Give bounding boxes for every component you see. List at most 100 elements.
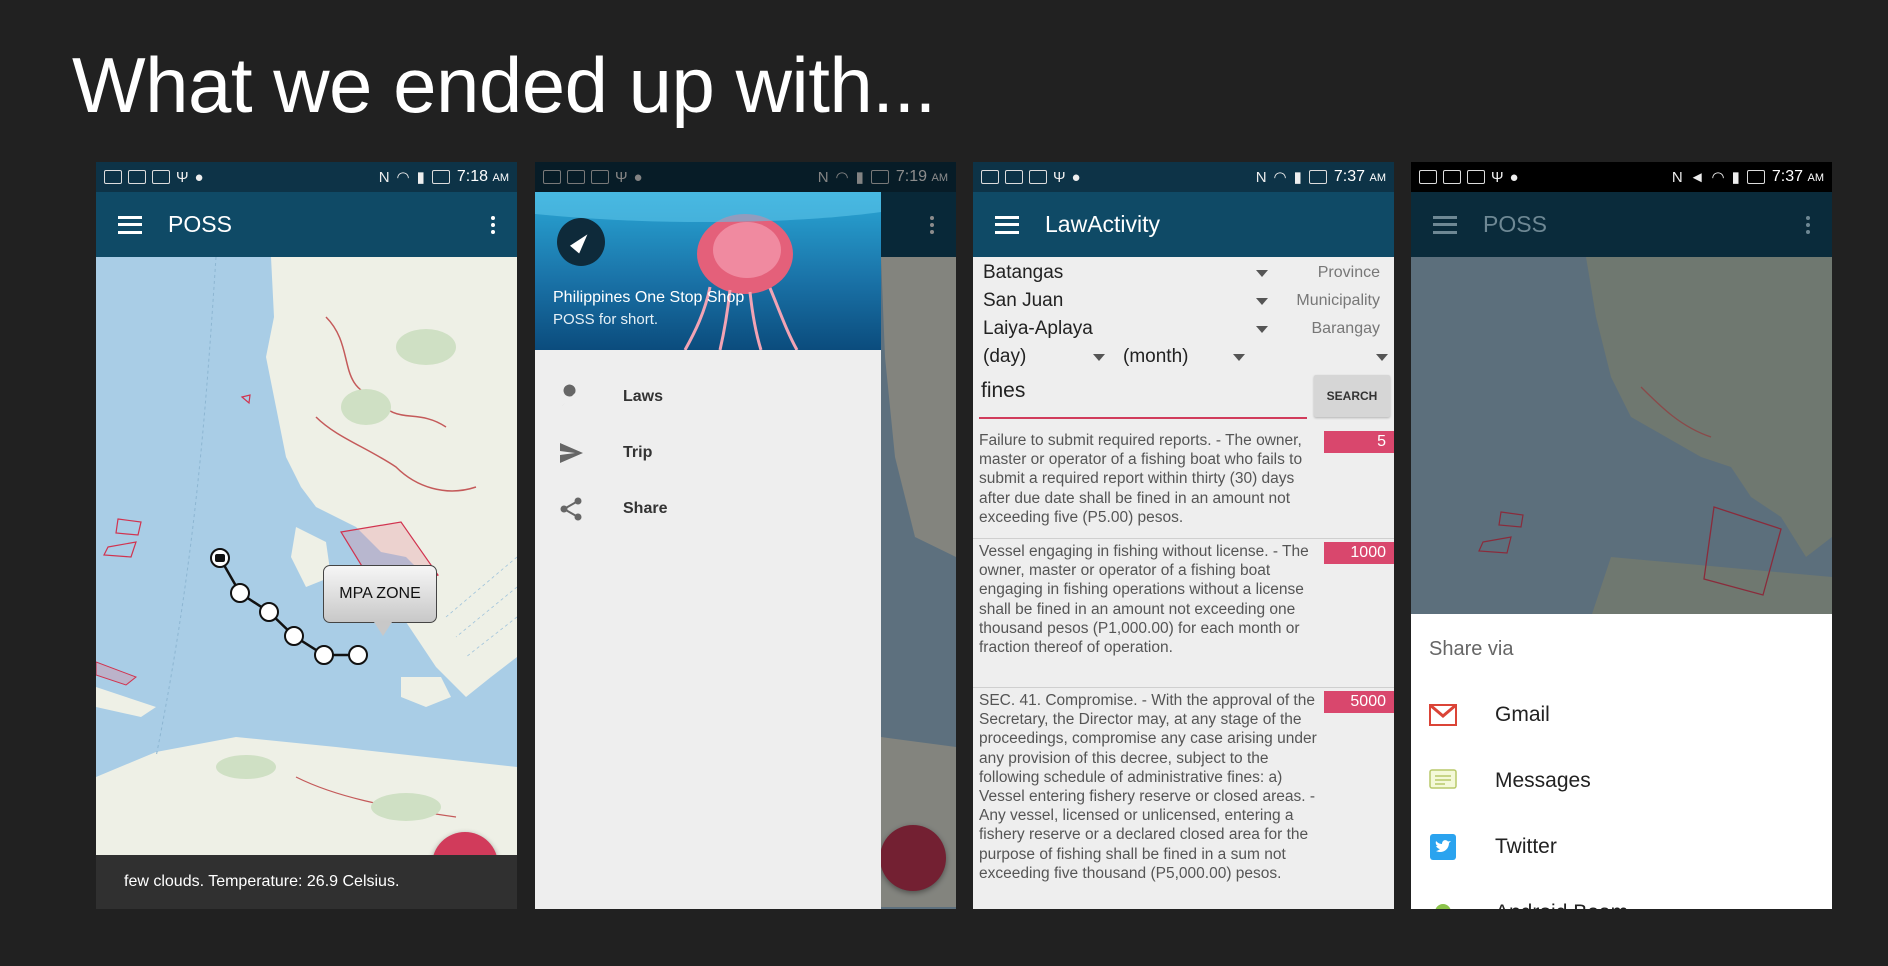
drawer-item-trip[interactable]: Trip [535, 426, 881, 480]
map-canvas [1478, 257, 1832, 617]
screen-map: Ψ ● N ◠ ▮ 7:18 AM POSS MPA ZONE few clou… [96, 162, 517, 909]
gmail-icon [1429, 701, 1457, 729]
dropdown-arrow-icon [1256, 326, 1268, 333]
status-time: 7:37 AM [1771, 168, 1824, 185]
law-text: SEC. 41. Compromise. - With the approval… [979, 692, 1317, 882]
drawer-header: Philippines One Stop Shop POSS for short… [535, 192, 881, 350]
dropdown-arrow-icon [1093, 354, 1105, 361]
overflow-menu-icon[interactable] [1806, 215, 1810, 234]
trip-waypoint[interactable] [284, 626, 304, 646]
code-icon [1467, 170, 1485, 184]
share-sheet: Share via Gmail Messages Twitter Android… [1411, 614, 1832, 909]
province-spinner[interactable]: Batangas Province [973, 260, 1394, 288]
share-option-label: Android Beam [1495, 901, 1628, 909]
status-bar: Ψ ● N ◠ ▮ 7:37 AM [973, 162, 1394, 192]
signal-icon: ▮ [416, 168, 425, 186]
android-icon [1429, 899, 1457, 909]
trip-waypoint[interactable] [259, 602, 279, 622]
dropdown-arrow-icon [1233, 354, 1245, 361]
search-input[interactable]: fines [979, 375, 1307, 419]
drawer-item-label: Trip [623, 444, 653, 461]
signal-icon: ▮ [1731, 168, 1740, 186]
day-spinner[interactable]: (day) [983, 346, 1026, 368]
map-view[interactable]: MPA ZONE [96, 257, 517, 909]
share-option-label: Messages [1495, 769, 1591, 792]
screen-drawer: Ψ ● N ◠ ▮ 7:19 AM Philippines One Stop S… [535, 162, 956, 909]
menu-icon[interactable] [995, 215, 1019, 234]
dropdown-arrow-icon [1256, 270, 1268, 277]
screen-law-activity: Ψ ● N ◠ ▮ 7:37 AM LawActivity Batangas P… [973, 162, 1394, 909]
status-time: 7:18 AM [456, 168, 509, 185]
send-icon [557, 439, 585, 467]
share-option-messages[interactable]: Messages [1411, 756, 1832, 806]
law-fine-badge: 1000 [1324, 542, 1394, 564]
wifi-icon: ◠ [1273, 168, 1287, 186]
share-sheet-title: Share via [1429, 638, 1514, 660]
trip-waypoint[interactable] [348, 645, 368, 665]
barangay-spinner[interactable]: Laiya-Aplaya Barangay [973, 316, 1394, 344]
compass-icon [557, 218, 605, 266]
trip-waypoint[interactable] [314, 645, 334, 665]
month-spinner[interactable]: (month) [1123, 346, 1188, 368]
share-option-twitter[interactable]: Twitter [1411, 822, 1832, 872]
law-text: Vessel engaging in fishing without licen… [979, 543, 1309, 657]
share-option-android-beam[interactable]: Android Beam [1411, 888, 1832, 909]
app-title: POSS [1483, 211, 1547, 237]
code-icon [1029, 170, 1047, 184]
app-bar: POSS [1411, 192, 1832, 257]
municipality-spinner[interactable]: San Juan Municipality [973, 288, 1394, 316]
menu-icon[interactable] [118, 215, 142, 234]
nfc-icon: N [1255, 168, 1267, 186]
drawer-item-laws[interactable]: Laws [535, 370, 881, 424]
android-debug-icon: ● [1071, 168, 1081, 186]
android-debug-icon: ● [194, 168, 204, 186]
app-title: LawActivity [1045, 211, 1161, 237]
law-row[interactable]: SEC. 41. Compromise. - With the approval… [973, 691, 1394, 909]
trip-waypoint[interactable] [230, 583, 250, 603]
code-icon [152, 170, 170, 184]
spinner-hint: Barangay [1311, 320, 1381, 337]
screen-share: Ψ ● N ◄ ◠ ▮ 7:37 AM POSS Share via Gmail… [1411, 162, 1832, 909]
drawer-title: Philippines One Stop Shop [553, 289, 745, 306]
map-canvas [96, 257, 517, 907]
boat-marker-icon[interactable] [210, 548, 230, 568]
date-filter-row: (day) (month) [973, 344, 1394, 372]
status-bar: Ψ ● N ◄ ◠ ▮ 7:37 AM [1411, 162, 1832, 192]
drawer-item-share[interactable]: Share [535, 482, 881, 536]
app-bar: POSS [96, 192, 517, 257]
wifi-icon: ◠ [1711, 168, 1725, 186]
nfc-icon: N [378, 168, 390, 186]
menu-icon[interactable] [1433, 215, 1457, 234]
law-row[interactable]: Failure to submit required reports. - Th… [973, 431, 1394, 539]
law-row[interactable]: Vessel engaging in fishing without licen… [973, 542, 1394, 688]
spinner-hint: Municipality [1296, 292, 1380, 309]
share-icon [557, 495, 585, 523]
code-icon [128, 170, 146, 184]
wrench-icon [557, 383, 585, 411]
drawer-item-label: Laws [623, 388, 664, 405]
android-debug-icon: ● [1509, 168, 1519, 186]
law-fine-badge: 5000 [1324, 691, 1394, 713]
usb-icon: Ψ [176, 168, 189, 186]
app-bar: LawActivity [973, 192, 1394, 257]
keyboard-icon [981, 170, 999, 184]
keyboard-icon [104, 170, 122, 184]
keyboard-icon [1419, 170, 1437, 184]
spinner-hint: Province [1317, 264, 1380, 281]
share-option-gmail[interactable]: Gmail [1411, 690, 1832, 740]
mpa-zone-callout[interactable]: MPA ZONE [323, 565, 437, 636]
weather-bar: few clouds. Temperature: 26.9 Celsius. [96, 855, 517, 909]
status-time: 7:37 AM [1333, 168, 1386, 185]
law-fine-badge: 5 [1324, 431, 1394, 453]
status-bar: Ψ ● N ◠ ▮ 7:18 AM [96, 162, 517, 192]
battery-icon [431, 170, 450, 184]
mute-icon: ◄ [1689, 168, 1705, 186]
search-button[interactable]: SEARCH [1314, 375, 1390, 417]
battery-icon [1308, 170, 1327, 184]
drawer-item-label: Share [623, 500, 668, 517]
share-option-label: Twitter [1495, 835, 1557, 858]
nfc-icon: N [1671, 168, 1683, 186]
dropdown-arrow-icon[interactable] [1376, 354, 1388, 361]
overflow-menu-icon[interactable] [491, 215, 495, 234]
spinner-value: Batangas [983, 262, 1064, 283]
